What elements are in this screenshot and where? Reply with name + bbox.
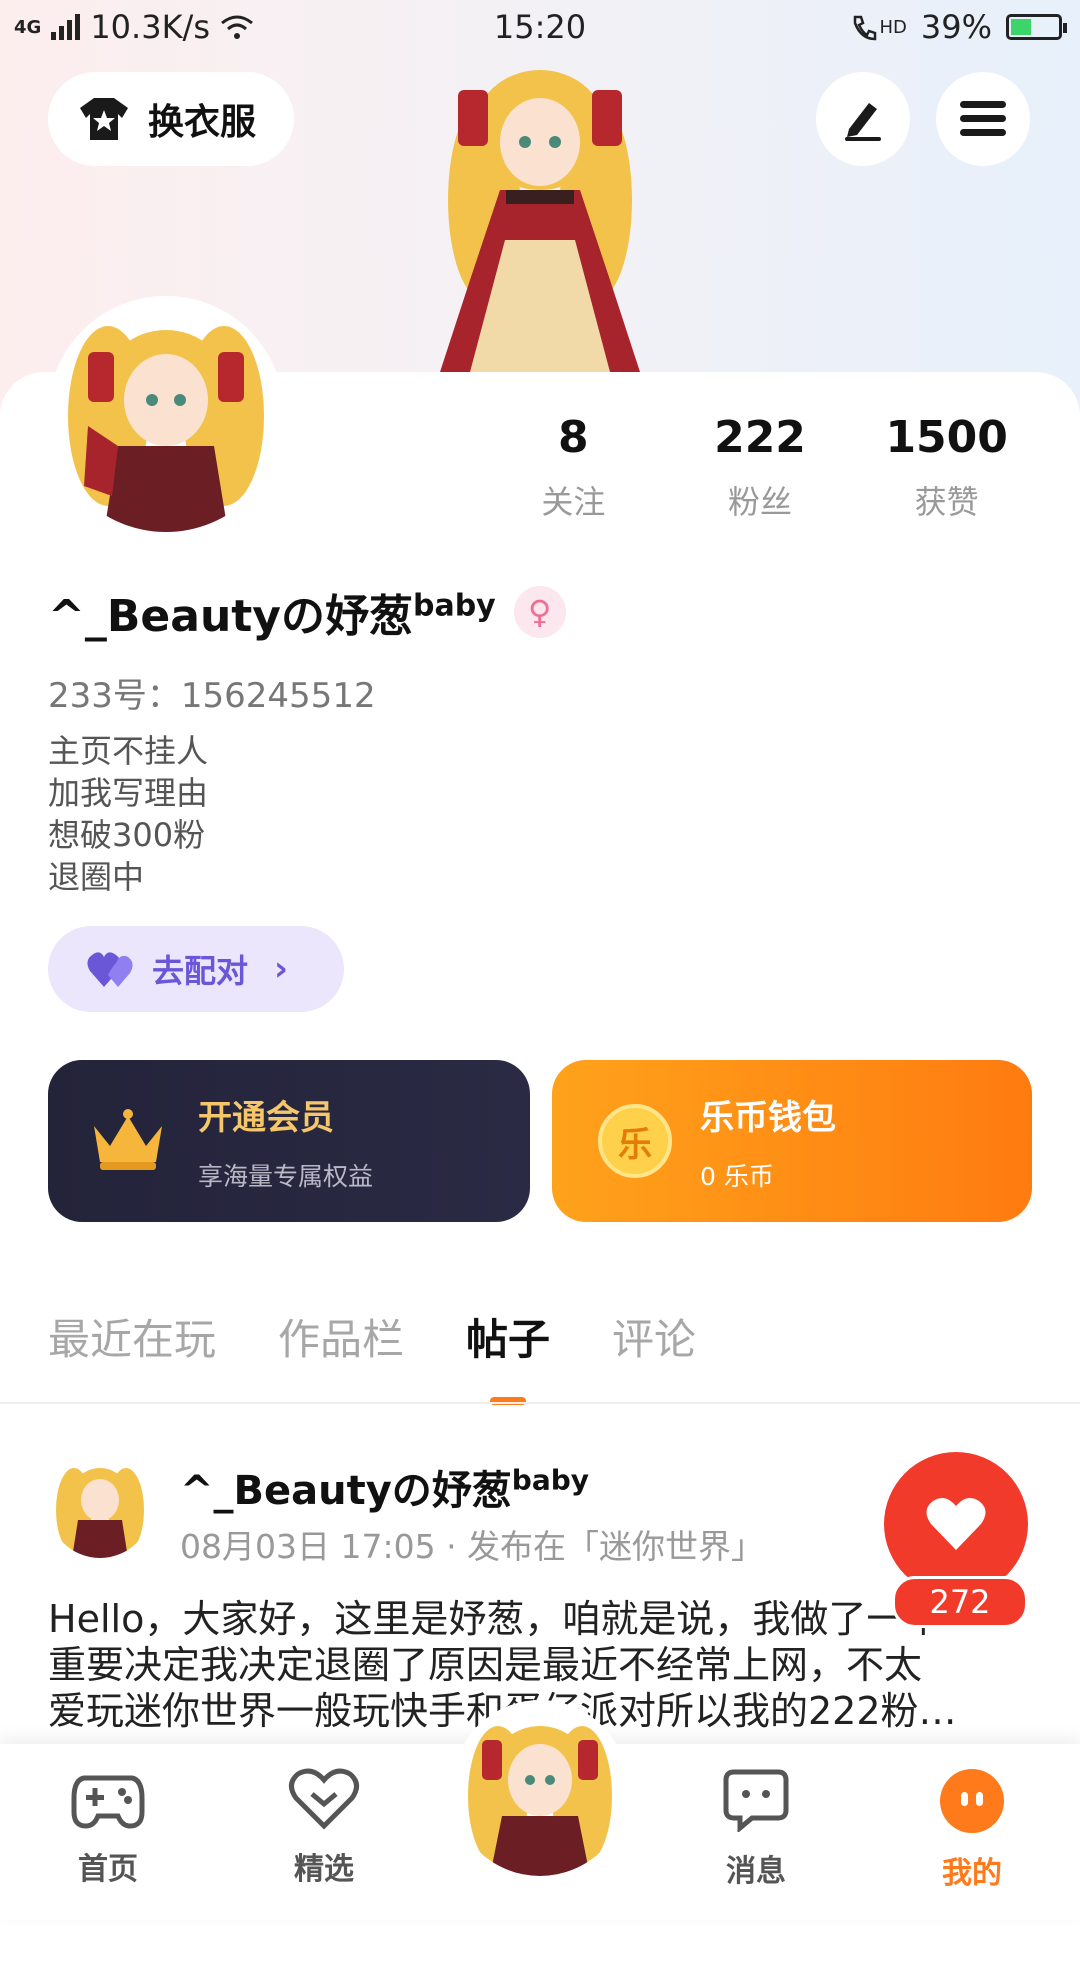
like-button[interactable] (884, 1452, 1028, 1596)
avatar-character-illustration (440, 70, 640, 372)
menu-button[interactable] (936, 72, 1030, 166)
match-label: 去配对 (152, 952, 249, 990)
chat-bubble-icon (723, 1769, 789, 1834)
double-heart-icon (87, 952, 133, 987)
nav-center-avatar[interactable] (452, 1700, 628, 1876)
bio-line: 主页不挂人 (48, 732, 209, 770)
profile-stats: 8 关注 222 粉丝 1500 获赞 (480, 412, 1040, 523)
nav-featured[interactable]: 精选 (254, 1768, 394, 1888)
tab-recent-played[interactable]: 最近在玩 (48, 1306, 216, 1367)
profile-bio: 主页不挂人 加我写理由 想破300粉 退圈中 (48, 730, 208, 898)
vip-subtitle: 享海量专属权益 (198, 1161, 374, 1191)
profile-name-row: ^_Beautyの妤葱baby ♀ (48, 580, 566, 644)
heart-icon (926, 1497, 986, 1550)
chevron-right-icon: › (274, 949, 289, 989)
avatar-image (468, 1726, 612, 1876)
like-count: 272 (892, 1576, 1028, 1628)
battery-percent: 39% (920, 8, 992, 46)
profile-tabs: 最近在玩 作品栏 帖子 评论 (48, 1306, 696, 1405)
post-meta: 08月03日 17:05 · 发布在「迷你世界」 (180, 1527, 765, 1566)
match-button[interactable]: 去配对 › (48, 926, 344, 1012)
crown-icon (94, 1109, 162, 1170)
hamburger-menu-icon (960, 101, 1006, 136)
tab-comments[interactable]: 评论 (612, 1306, 696, 1367)
face-icon (940, 1769, 1004, 1833)
nav-me[interactable]: 我的 (902, 1768, 1042, 1892)
post-body-line: 重要决定我决定退圈了原因是最近不经常上网，不太 (48, 1643, 923, 1687)
stat-following[interactable]: 8 关注 (480, 412, 667, 523)
tshirt-icon (80, 98, 128, 140)
female-gender-icon: ♀ (513, 586, 566, 638)
user-id: 233号：156245512 (48, 676, 376, 716)
pencil-icon (845, 103, 881, 141)
battery-icon (1006, 14, 1067, 40)
coin-icon: 乐 (598, 1104, 672, 1178)
hd-call-icon: HD (851, 13, 907, 41)
nav-messages[interactable]: 消息 (686, 1768, 826, 1890)
edit-profile-button[interactable] (816, 72, 910, 166)
post-author-avatar[interactable] (48, 1454, 152, 1558)
stat-likes[interactable]: 1500 获赞 (853, 412, 1040, 523)
status-bar: 4G 10.3K/s 15:20 HD 39% (0, 0, 1080, 56)
wallet-title: 乐币钱包 (700, 1097, 836, 1138)
bottom-nav: 首页 精选 消息 我的 (0, 1700, 1080, 1920)
tabs-divider (0, 1402, 1080, 1404)
change-outfit-label: 换衣服 (148, 102, 257, 143)
bio-line: 退圈中 (48, 858, 145, 896)
bio-line: 想破300粉 (48, 816, 206, 854)
wallet-balance: 0 乐币 (700, 1161, 774, 1191)
heart-outline-icon (289, 1768, 359, 1830)
wallet-card[interactable]: 乐 乐币钱包 0 乐币 (552, 1060, 1032, 1222)
profile-name: ^_Beautyの妤葱baby (48, 588, 496, 642)
avatar-image (56, 1468, 144, 1558)
tab-works[interactable]: 作品栏 (278, 1306, 404, 1367)
nav-home[interactable]: 首页 (38, 1768, 178, 1888)
bio-line: 加我写理由 (48, 774, 209, 812)
tab-posts[interactable]: 帖子 (466, 1306, 550, 1405)
change-outfit-button[interactable]: 换衣服 (48, 72, 294, 166)
post-body-line: Hello，大家好，这里是妤葱，咱就是说，我做了一个 (48, 1597, 943, 1641)
profile-avatar[interactable] (48, 296, 284, 532)
vip-membership-card[interactable]: 开通会员 享海量专属权益 (48, 1060, 530, 1222)
gamepad-icon (71, 1775, 145, 1829)
avatar-image (48, 296, 284, 532)
vip-title: 开通会员 (198, 1097, 334, 1138)
stat-followers[interactable]: 222 粉丝 (667, 412, 854, 523)
post-author-name[interactable]: ^_Beautyの妤葱baby (180, 1458, 589, 1516)
